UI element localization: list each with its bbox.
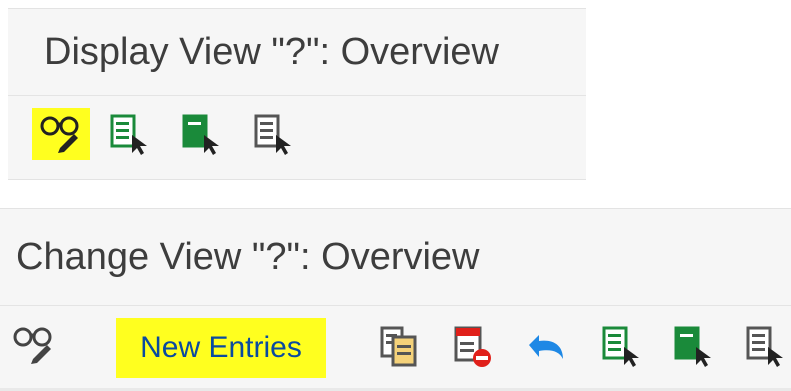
- display-view-title: Display View "?": Overview: [8, 9, 586, 96]
- display-change-toggle-icon: [40, 116, 79, 153]
- copy-as-button[interactable]: [378, 324, 422, 370]
- select-block-button[interactable]: [180, 112, 222, 158]
- deselect-all-button[interactable]: [252, 112, 294, 158]
- display-view-panel: Display View "?": Overview: [8, 8, 586, 180]
- new-entries-button[interactable]: New Entries: [116, 318, 326, 378]
- delete-button[interactable]: [452, 324, 496, 370]
- change-view-title: Change View "?": Overview: [0, 209, 791, 306]
- display-change-toggle-button[interactable]: [8, 320, 60, 370]
- change-view-toolbar: New Entries: [0, 306, 791, 391]
- deselect-all-button[interactable]: [744, 324, 786, 370]
- select-block-icon: [182, 114, 219, 155]
- display-change-toggle-button[interactable]: [32, 108, 90, 160]
- select-all-button[interactable]: [108, 112, 150, 158]
- select-all-icon: [110, 114, 147, 155]
- select-all-button[interactable]: [600, 324, 642, 370]
- select-block-button[interactable]: [672, 324, 714, 370]
- copy-as-icon: [380, 326, 417, 367]
- display-view-toolbar: [8, 96, 586, 176]
- deselect-all-icon: [254, 114, 291, 155]
- undo-button[interactable]: [524, 324, 570, 370]
- deselect-all-icon: [746, 326, 783, 367]
- delete-icon: [454, 326, 491, 367]
- change-view-panel: Change View "?": Overview New Entries: [0, 208, 791, 391]
- undo-icon: [529, 335, 563, 359]
- display-change-toggle-icon: [13, 327, 52, 364]
- select-block-icon: [674, 326, 711, 367]
- select-all-icon: [602, 326, 639, 367]
